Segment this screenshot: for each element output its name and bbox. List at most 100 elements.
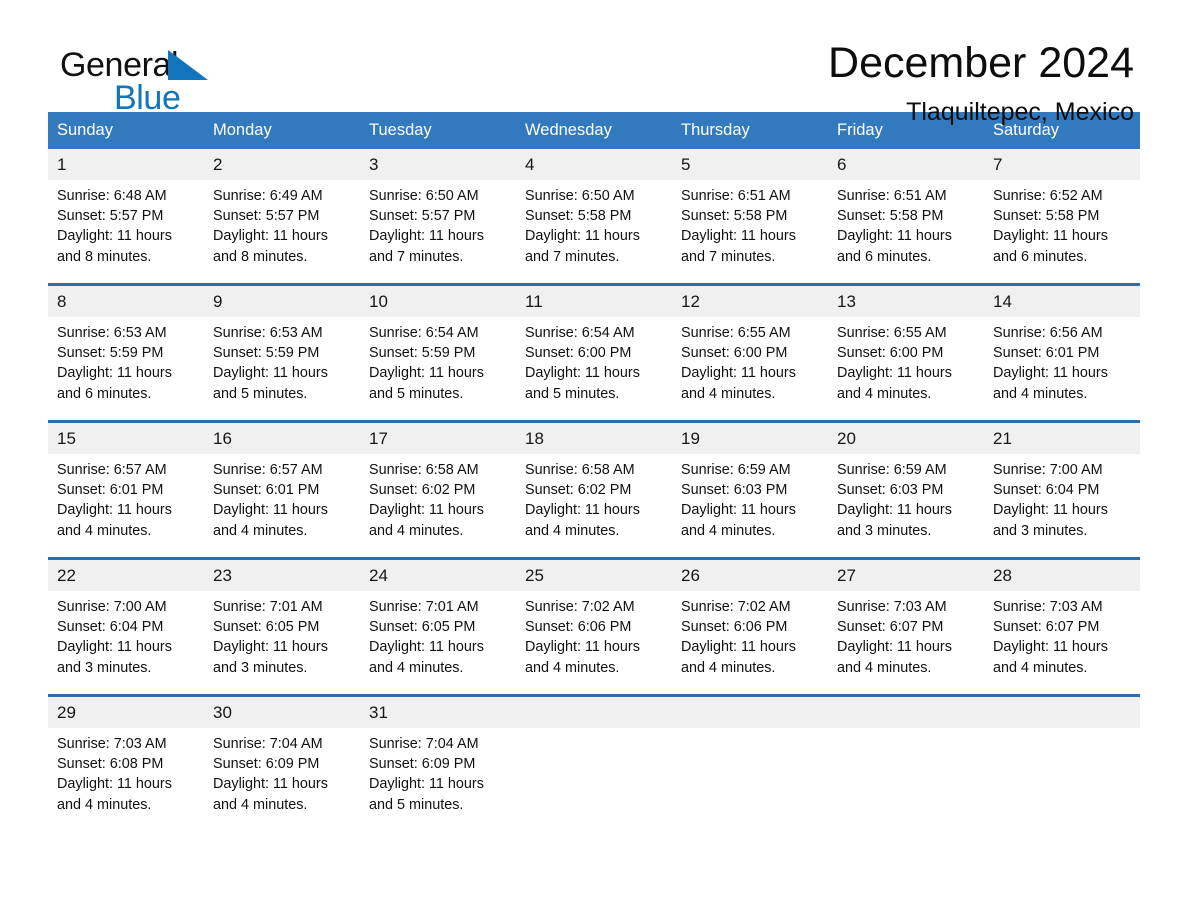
day-cell[interactable]: 18 Sunrise: 6:58 AM Sunset: 6:02 PM Dayligh… <box>516 420 672 559</box>
sunrise-text: Sunrise: 6:51 AM <box>681 188 791 204</box>
calendar-body: 1 Sunrise: 6:48 AM Sunset: 5:57 PM Daylight… <box>48 149 1140 831</box>
day-cell[interactable]: 26 Sunrise: 7:02 AM Sunset: 6:06 PM Dayligh… <box>672 557 828 696</box>
day-cell[interactable]: 31 Sunrise: 7:04 AM Sunset: 6:09 PM Dayligh… <box>360 694 516 831</box>
sunset-text: Sunset: 6:09 PM <box>213 756 320 773</box>
day-number: 8 <box>48 286 204 317</box>
sunrise-text: Sunrise: 6:53 AM <box>57 325 167 341</box>
page-title: December 2024 <box>828 39 1134 87</box>
day-cell[interactable]: 22 Sunrise: 7:00 AM Sunset: 6:04 PM Dayligh… <box>48 557 204 696</box>
day-number: 1 <box>48 149 204 180</box>
day-details: Sunrise: 6:54 AM Sunset: 6:00 PM Daylight:… <box>516 317 672 404</box>
sunset-text: Sunset: 5:59 PM <box>369 345 476 362</box>
day-details: Sunrise: 7:00 AM Sunset: 6:04 PM Daylight:… <box>48 591 204 678</box>
daylight-text: Daylight: 11 hours and 6 minutes. <box>837 228 952 265</box>
daylight-text: Daylight: 11 hours and 4 minutes. <box>993 639 1108 676</box>
day-cell[interactable]: 27 Sunrise: 7:03 AM Sunset: 6:07 PM Dayligh… <box>828 557 984 696</box>
day-details: Sunrise: 7:03 AM Sunset: 6:07 PM Daylight:… <box>984 591 1140 678</box>
day-number: 21 <box>984 423 1140 454</box>
day-details <box>672 728 828 734</box>
sunrise-text: Sunrise: 6:55 AM <box>837 325 947 341</box>
sunrise-text: Sunrise: 6:59 AM <box>681 462 791 478</box>
day-number: 14 <box>984 286 1140 317</box>
day-cell[interactable]: 14 Sunrise: 6:56 AM Sunset: 6:01 PM Dayligh… <box>984 283 1140 422</box>
sunset-text: Sunset: 6:04 PM <box>993 482 1100 499</box>
day-cell[interactable]: 19 Sunrise: 6:59 AM Sunset: 6:03 PM Dayligh… <box>672 420 828 559</box>
day-cell-empty <box>984 694 1140 831</box>
day-number: 2 <box>204 149 360 180</box>
sunset-text: Sunset: 6:00 PM <box>525 345 632 362</box>
day-number: 15 <box>48 423 204 454</box>
day-number: 9 <box>204 286 360 317</box>
sunset-text: Sunset: 5:57 PM <box>213 208 320 225</box>
sunrise-text: Sunrise: 7:02 AM <box>681 599 791 615</box>
day-number: 31 <box>360 697 516 728</box>
day-details: Sunrise: 6:53 AM Sunset: 5:59 PM Daylight:… <box>204 317 360 404</box>
day-cell[interactable]: 30 Sunrise: 7:04 AM Sunset: 6:09 PM Dayligh… <box>204 694 360 831</box>
brand-triangle-icon <box>166 48 210 82</box>
day-cell[interactable]: 11 Sunrise: 6:54 AM Sunset: 6:00 PM Dayligh… <box>516 283 672 422</box>
sunset-text: Sunset: 6:08 PM <box>57 756 164 773</box>
daylight-text: Daylight: 11 hours and 4 minutes. <box>837 365 952 402</box>
sunrise-text: Sunrise: 6:56 AM <box>993 325 1103 341</box>
day-cell[interactable]: 3 Sunrise: 6:50 AM Sunset: 5:57 PM Daylight… <box>360 149 516 285</box>
day-cell-empty <box>672 694 828 831</box>
day-details: Sunrise: 6:50 AM Sunset: 5:57 PM Daylight:… <box>360 180 516 267</box>
day-cell[interactable]: 28 Sunrise: 7:03 AM Sunset: 6:07 PM Dayligh… <box>984 557 1140 696</box>
sunrise-text: Sunrise: 6:57 AM <box>57 462 167 478</box>
sunset-text: Sunset: 6:03 PM <box>837 482 944 499</box>
daylight-text: Daylight: 11 hours and 8 minutes. <box>213 228 328 265</box>
day-details: Sunrise: 7:01 AM Sunset: 6:05 PM Daylight:… <box>360 591 516 678</box>
daylight-text: Daylight: 11 hours and 4 minutes. <box>837 639 952 676</box>
day-cell[interactable]: 29 Sunrise: 7:03 AM Sunset: 6:08 PM Dayligh… <box>48 694 204 831</box>
day-cell[interactable]: 9 Sunrise: 6:53 AM Sunset: 5:59 PM Daylight… <box>204 283 360 422</box>
day-details: Sunrise: 6:59 AM Sunset: 6:03 PM Daylight:… <box>828 454 984 541</box>
day-cell[interactable]: 10 Sunrise: 6:54 AM Sunset: 5:59 PM Dayligh… <box>360 283 516 422</box>
sunset-text: Sunset: 6:00 PM <box>681 345 788 362</box>
day-details: Sunrise: 6:55 AM Sunset: 6:00 PM Daylight:… <box>828 317 984 404</box>
sunset-text: Sunset: 6:00 PM <box>837 345 944 362</box>
day-cell[interactable]: 17 Sunrise: 6:58 AM Sunset: 6:02 PM Dayligh… <box>360 420 516 559</box>
day-details: Sunrise: 7:02 AM Sunset: 6:06 PM Daylight:… <box>516 591 672 678</box>
day-details: Sunrise: 6:51 AM Sunset: 5:58 PM Daylight:… <box>672 180 828 267</box>
day-cell[interactable]: 20 Sunrise: 6:59 AM Sunset: 6:03 PM Dayligh… <box>828 420 984 559</box>
daylight-text: Daylight: 11 hours and 4 minutes. <box>213 502 328 539</box>
day-cell[interactable]: 21 Sunrise: 7:00 AM Sunset: 6:04 PM Dayligh… <box>984 420 1140 559</box>
day-details: Sunrise: 6:58 AM Sunset: 6:02 PM Daylight:… <box>516 454 672 541</box>
day-details: Sunrise: 6:54 AM Sunset: 5:59 PM Daylight:… <box>360 317 516 404</box>
sunrise-text: Sunrise: 6:48 AM <box>57 188 167 204</box>
day-cell[interactable]: 12 Sunrise: 6:55 AM Sunset: 6:00 PM Dayligh… <box>672 283 828 422</box>
day-cell[interactable]: 5 Sunrise: 6:51 AM Sunset: 5:58 PM Daylight… <box>672 149 828 285</box>
day-details: Sunrise: 6:51 AM Sunset: 5:58 PM Daylight:… <box>828 180 984 267</box>
sunrise-text: Sunrise: 6:54 AM <box>369 325 479 341</box>
daylight-text: Daylight: 11 hours and 8 minutes. <box>57 228 172 265</box>
day-cell[interactable]: 4 Sunrise: 6:50 AM Sunset: 5:58 PM Daylight… <box>516 149 672 285</box>
day-cell[interactable]: 15 Sunrise: 6:57 AM Sunset: 6:01 PM Dayligh… <box>48 420 204 559</box>
general-blue-logo[interactable]: General Blue <box>60 46 260 118</box>
daylight-text: Daylight: 11 hours and 3 minutes. <box>213 639 328 676</box>
day-details: Sunrise: 7:00 AM Sunset: 6:04 PM Daylight:… <box>984 454 1140 541</box>
daylight-text: Daylight: 11 hours and 4 minutes. <box>993 365 1108 402</box>
day-cell[interactable]: 23 Sunrise: 7:01 AM Sunset: 6:05 PM Dayligh… <box>204 557 360 696</box>
day-cell[interactable]: 25 Sunrise: 7:02 AM Sunset: 6:06 PM Dayligh… <box>516 557 672 696</box>
day-cell[interactable]: 16 Sunrise: 6:57 AM Sunset: 6:01 PM Dayligh… <box>204 420 360 559</box>
location-subtitle: Tlaquiltepec, Mexico <box>906 98 1134 126</box>
daylight-text: Daylight: 11 hours and 6 minutes. <box>993 228 1108 265</box>
day-cell[interactable]: 24 Sunrise: 7:01 AM Sunset: 6:05 PM Dayligh… <box>360 557 516 696</box>
sunrise-text: Sunrise: 7:03 AM <box>993 599 1103 615</box>
day-cell[interactable]: 8 Sunrise: 6:53 AM Sunset: 5:59 PM Daylight… <box>48 283 204 422</box>
daylight-text: Daylight: 11 hours and 5 minutes. <box>369 776 484 813</box>
day-cell[interactable]: 6 Sunrise: 6:51 AM Sunset: 5:58 PM Daylight… <box>828 149 984 285</box>
weekday-header-wednesday: Wednesday <box>516 112 672 149</box>
sunset-text: Sunset: 5:58 PM <box>837 208 944 225</box>
day-cell[interactable]: 7 Sunrise: 6:52 AM Sunset: 5:58 PM Daylight… <box>984 149 1140 285</box>
week-row: 22 Sunrise: 7:00 AM Sunset: 6:04 PM Dayligh… <box>48 557 1140 696</box>
sunset-text: Sunset: 5:57 PM <box>369 208 476 225</box>
sunset-text: Sunset: 6:01 PM <box>993 345 1100 362</box>
day-cell[interactable]: 2 Sunrise: 6:49 AM Sunset: 5:57 PM Daylight… <box>204 149 360 285</box>
day-cell[interactable]: 1 Sunrise: 6:48 AM Sunset: 5:57 PM Daylight… <box>48 149 204 285</box>
daylight-text: Daylight: 11 hours and 3 minutes. <box>837 502 952 539</box>
day-details: Sunrise: 6:57 AM Sunset: 6:01 PM Daylight:… <box>48 454 204 541</box>
day-cell[interactable]: 13 Sunrise: 6:55 AM Sunset: 6:00 PM Dayligh… <box>828 283 984 422</box>
page-masthead: General Blue December 2024 Tlaquiltepec,… <box>48 0 1140 126</box>
sunset-text: Sunset: 6:03 PM <box>681 482 788 499</box>
